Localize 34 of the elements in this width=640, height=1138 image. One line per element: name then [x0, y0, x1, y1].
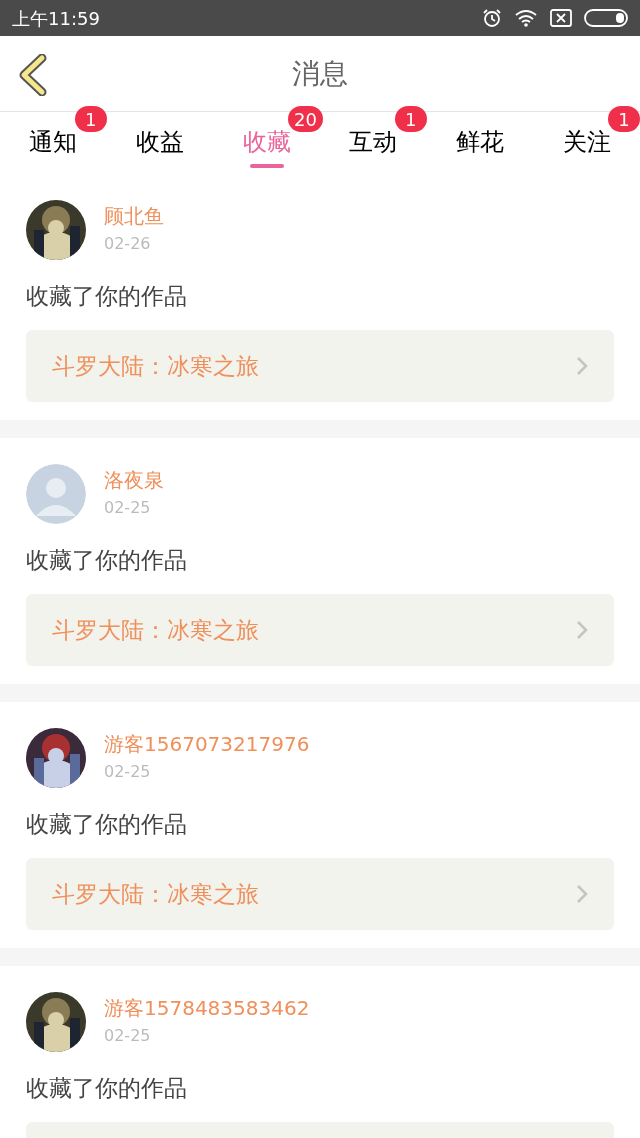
work-link[interactable]: 斗罗大陆：冰寒之旅	[26, 594, 614, 666]
user-name[interactable]: 游客1578483583462	[104, 994, 310, 1022]
message-text: 收藏了你的作品	[26, 810, 188, 839]
tab[interactable]: 收藏	[242, 124, 291, 170]
message-text: 收藏了你的作品	[26, 546, 188, 575]
message-text: 收藏了你的作品	[26, 1074, 188, 1103]
badge: 1	[394, 106, 427, 132]
no-sim-icon	[550, 9, 572, 27]
tab[interactable]: 鲜花	[456, 124, 504, 170]
message-text: 收藏了你的作品	[26, 282, 188, 311]
user-name[interactable]: 游客1567073217976	[104, 730, 310, 758]
badge: 1	[608, 106, 640, 132]
user-name[interactable]: 洛夜泉	[104, 466, 164, 494]
chevron-icon	[576, 884, 588, 904]
badge: 1	[74, 106, 107, 132]
chevron-icon	[576, 356, 588, 376]
page-title: 消息	[292, 55, 348, 92]
avatar-icon	[26, 464, 86, 524]
alarm-icon	[482, 8, 502, 28]
wifi-icon	[514, 9, 538, 27]
tab[interactable]: 关注	[562, 124, 611, 170]
tab-indicator	[249, 164, 284, 168]
badge: 20	[288, 106, 323, 132]
message-date: 02-25	[104, 497, 152, 519]
status-time: 上午11:59	[12, 6, 100, 31]
work-link[interactable]: 斗罗大陆：冰寒之旅	[26, 858, 614, 930]
tab[interactable]: 收益	[136, 124, 184, 170]
chevron-icon	[576, 620, 588, 640]
message-date: 02-25	[104, 1025, 152, 1047]
user-name[interactable]: 顾北鱼	[104, 202, 164, 230]
battery-icon	[584, 9, 628, 27]
work-link[interactable]: 斗罗大陆：冰寒之旅	[26, 330, 614, 402]
message-date: 02-26	[104, 233, 152, 255]
message-date: 02-25	[104, 761, 152, 783]
